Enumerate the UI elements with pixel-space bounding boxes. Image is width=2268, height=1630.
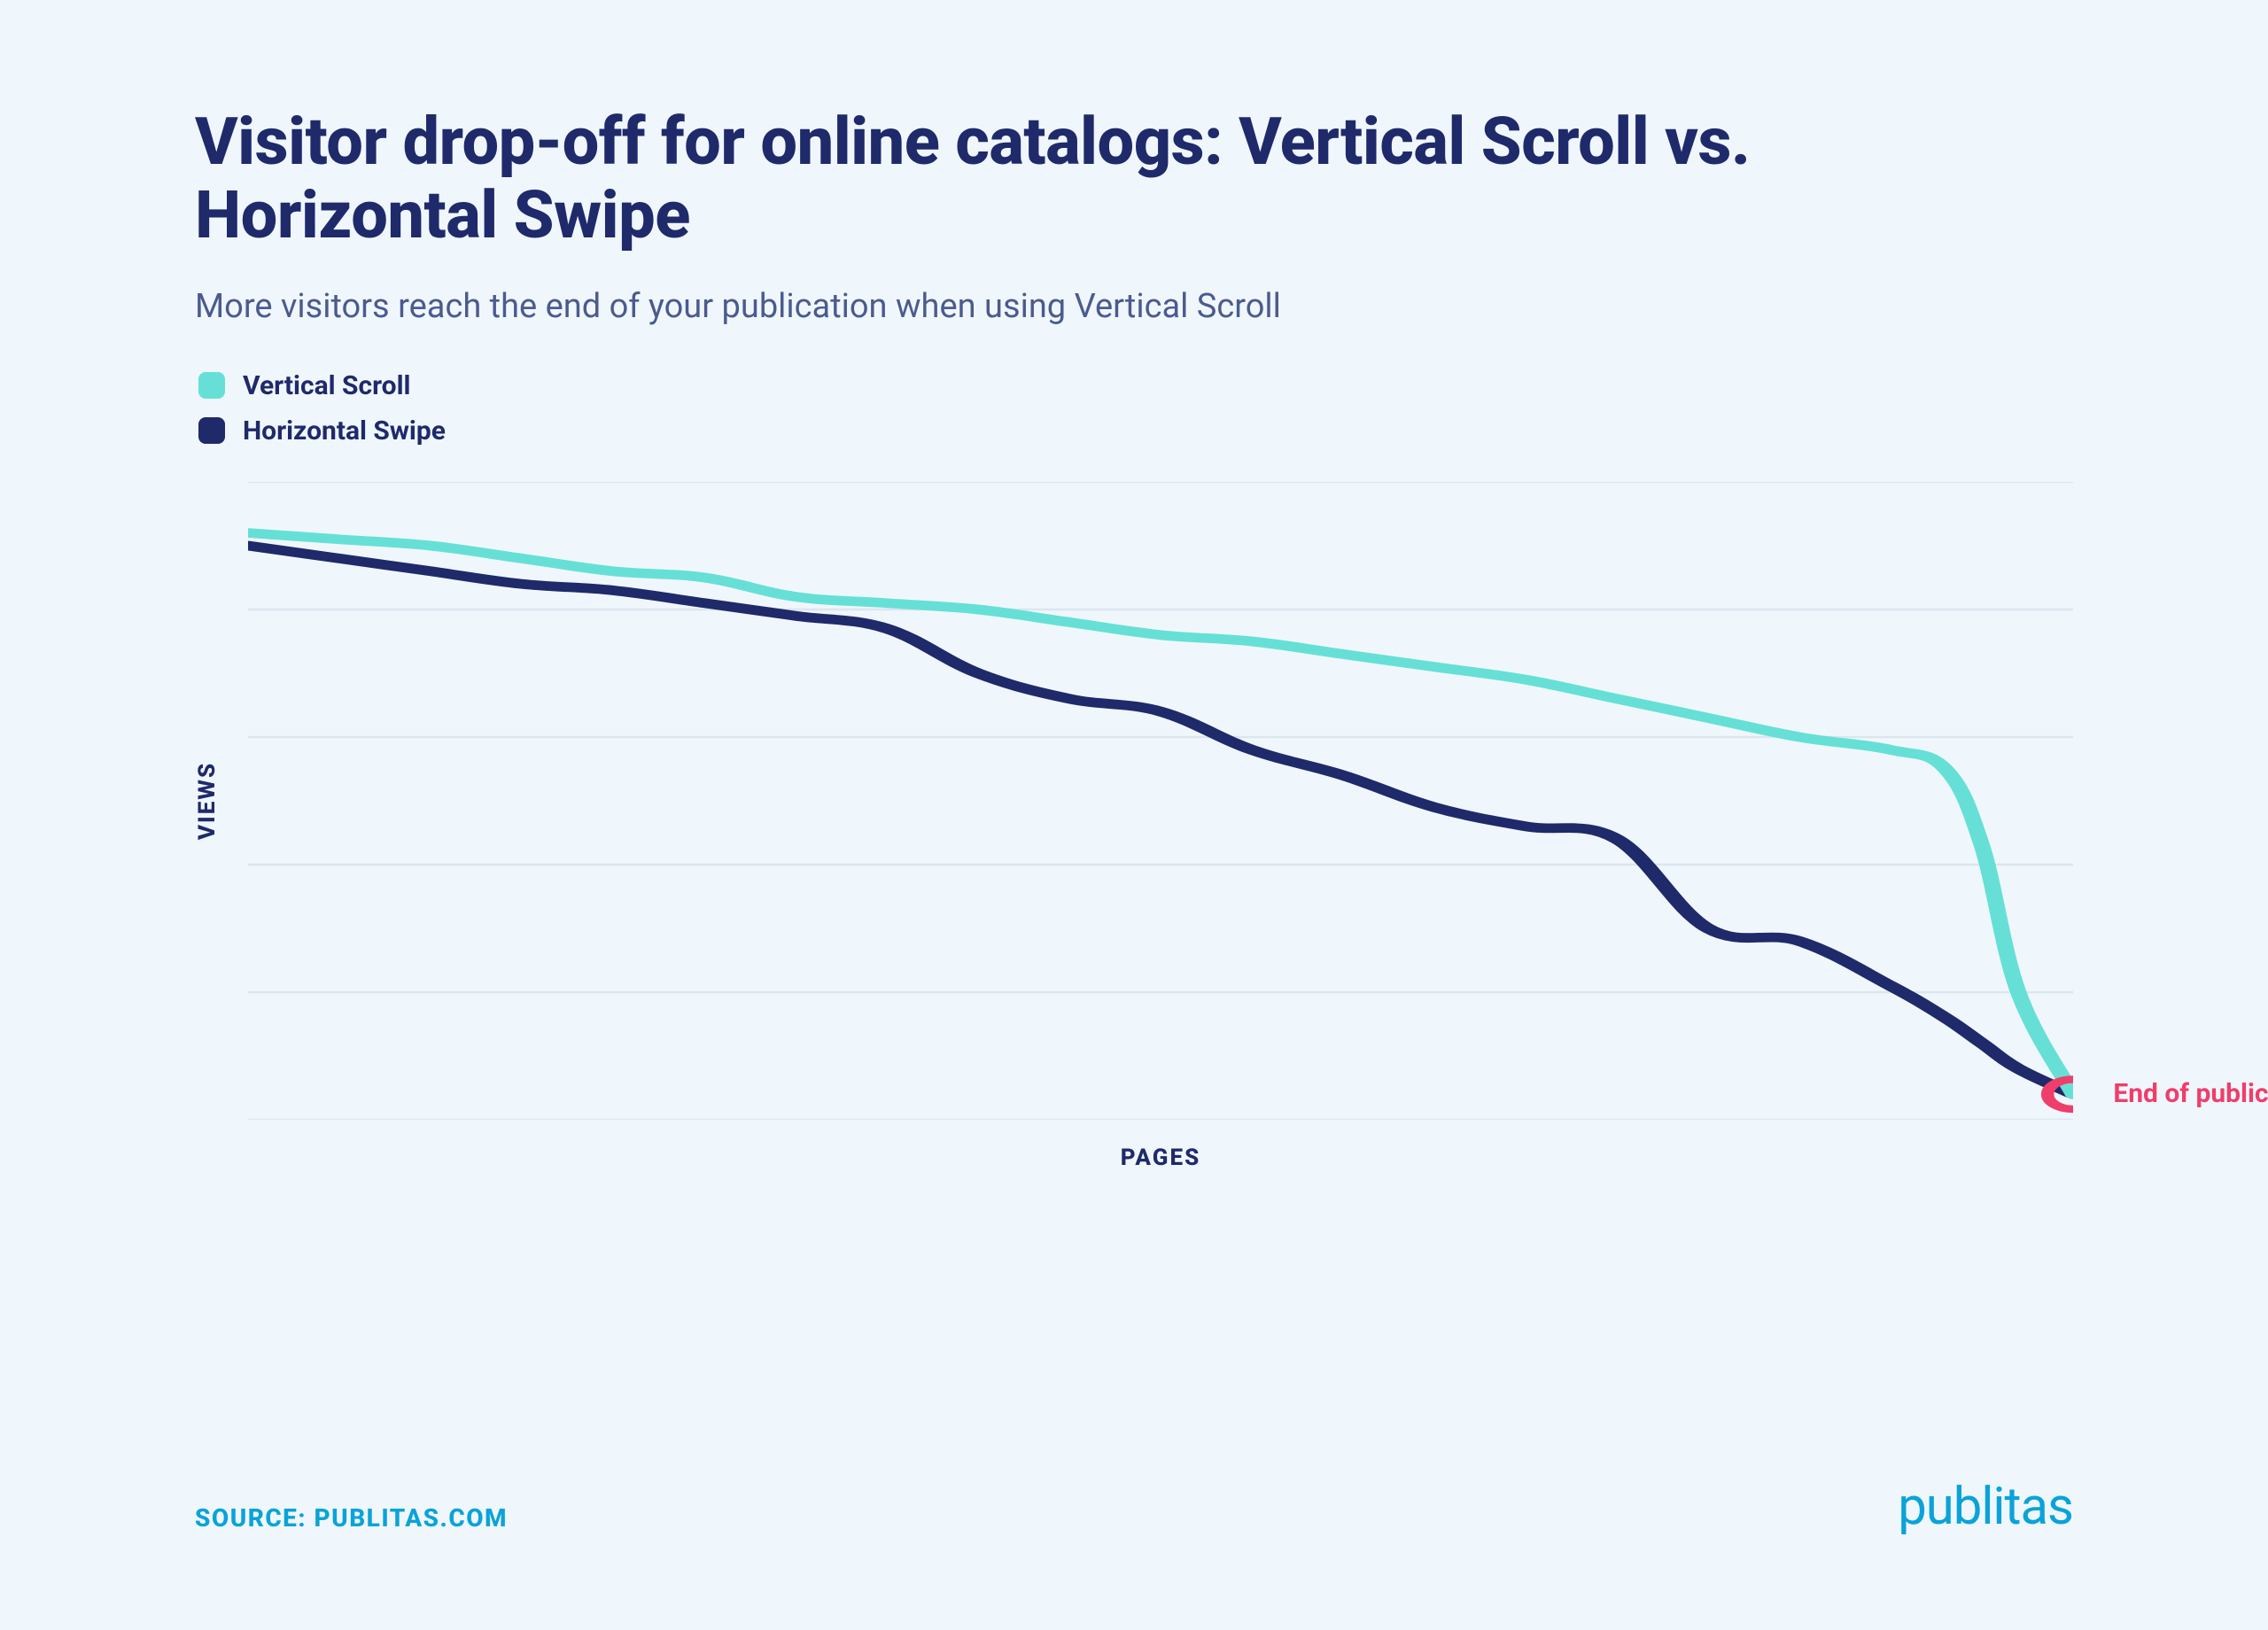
end-of-publication-label: End of publication <box>2113 1078 2268 1109</box>
series-vertical-scroll <box>248 532 2073 1094</box>
chart-title: Visitor drop-off for online catalogs: Ve… <box>195 106 1922 253</box>
legend-item-vertical: Vertical Scroll <box>198 370 2073 401</box>
chart-card: Visitor drop-off for online catalogs: Ve… <box>0 0 2268 1630</box>
chart-footer: SOURCE: PUBLITAS.COM publitas <box>195 1481 2073 1533</box>
legend-label-vertical: Vertical Scroll <box>243 370 411 401</box>
legend: Vertical Scroll Horizontal Swipe <box>198 370 2073 446</box>
y-axis-label: VIEWS <box>194 762 221 840</box>
brand-logo: publitas <box>1898 1481 2073 1533</box>
line-chart-svg <box>248 482 2073 1120</box>
swatch-horizontal <box>198 417 225 444</box>
legend-label-horizontal: Horizontal Swipe <box>243 415 446 446</box>
series-horizontal-swipe <box>248 546 2073 1094</box>
swatch-vertical <box>198 372 225 399</box>
source-label: SOURCE: PUBLITAS.COM <box>195 1503 508 1533</box>
chart-subtitle: More visitors reach the end of your publ… <box>195 287 2073 326</box>
legend-item-horizontal: Horizontal Swipe <box>198 415 2073 446</box>
plot-surface: End of publication <box>248 482 2073 1120</box>
chart-area: VIEWS End of publication <box>195 482 2073 1120</box>
x-axis-label: PAGES <box>248 1145 2073 1171</box>
